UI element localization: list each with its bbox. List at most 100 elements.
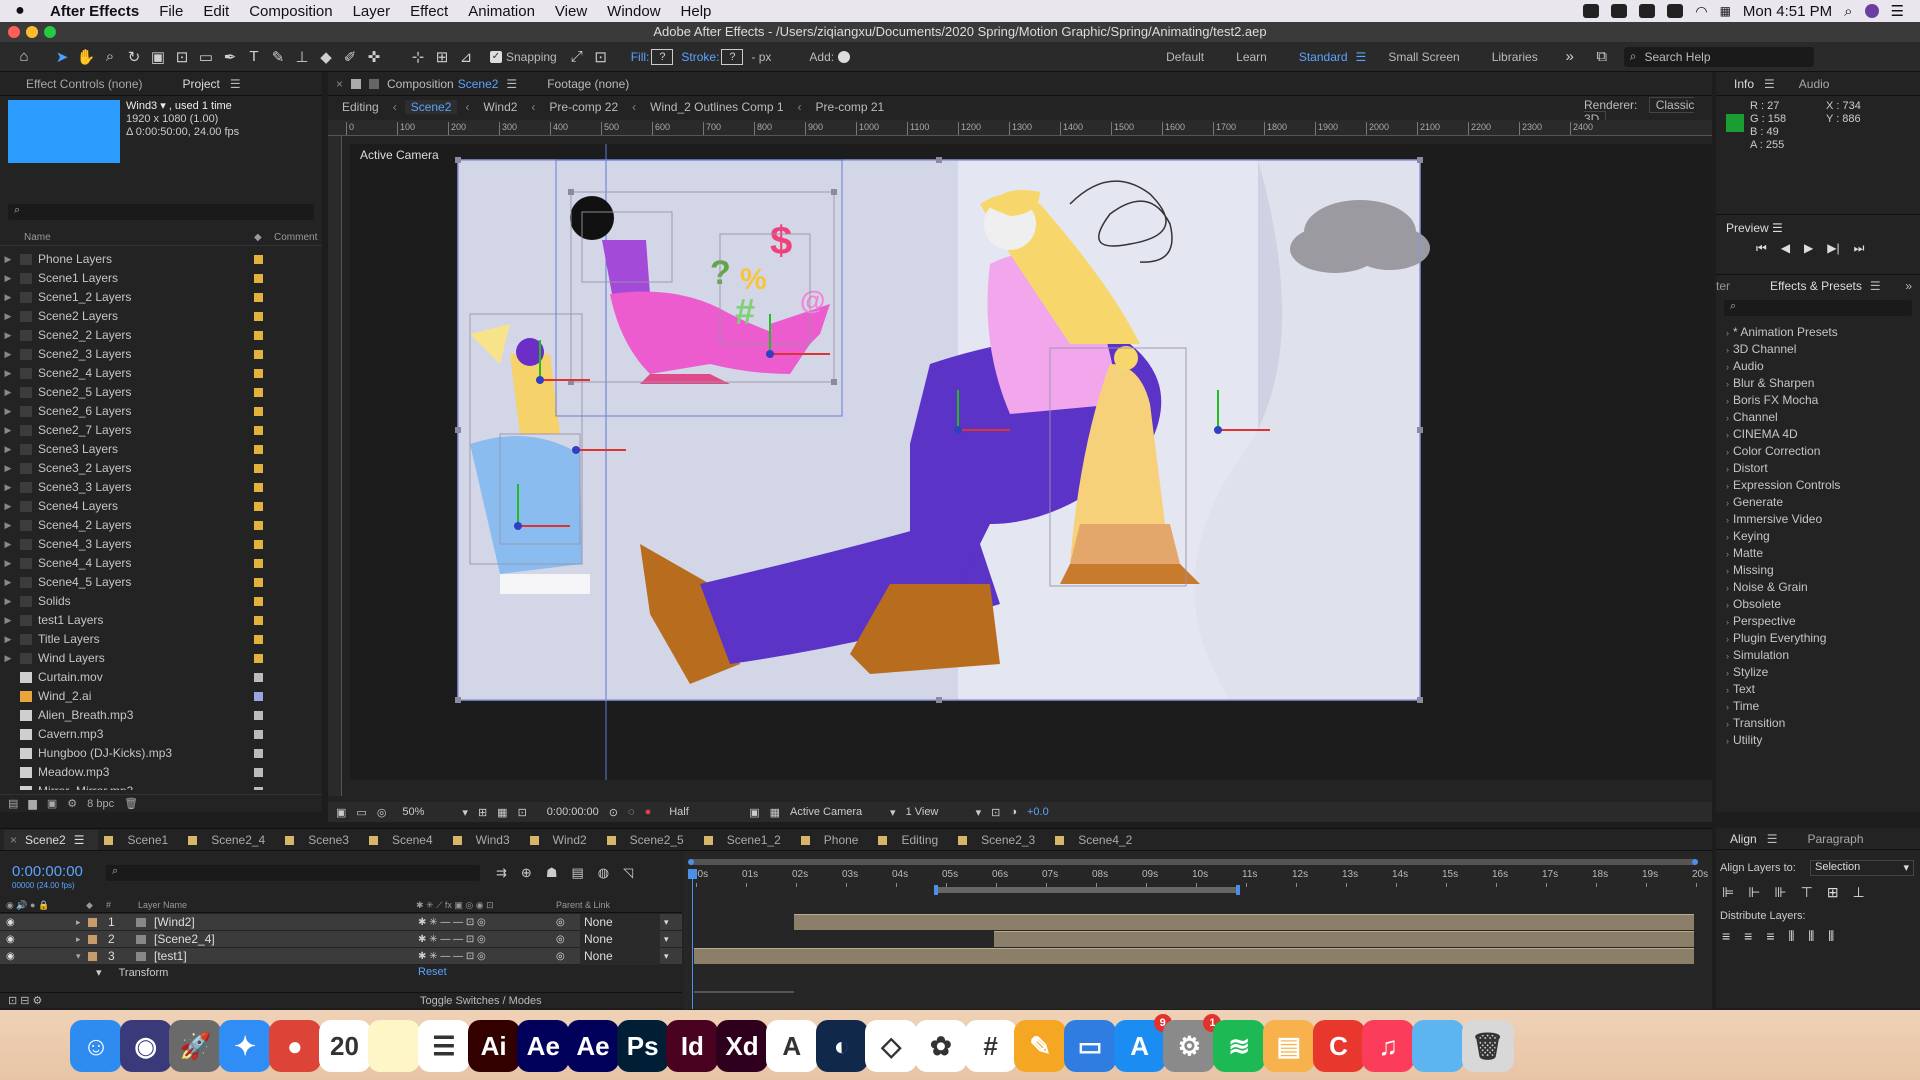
brush-tool-icon[interactable]: ✎ <box>266 48 290 66</box>
hide-shy-layers-icon[interactable]: ☗ <box>546 865 558 881</box>
expand-arrow-icon[interactable]: › <box>1726 668 1729 678</box>
dock-folder-icon[interactable] <box>1411 1020 1464 1072</box>
project-item[interactable]: ▶ Scene2_5 Layers <box>0 383 322 402</box>
timeline-tab[interactable]: Scene4 <box>363 830 447 850</box>
project-item[interactable]: Cavern.mp3 <box>0 725 322 744</box>
expand-arrow-icon[interactable]: › <box>1726 634 1729 644</box>
fill-swatch[interactable]: ? <box>651 48 674 65</box>
menu-view[interactable]: View <box>545 3 597 20</box>
tab-info[interactable]: Info <box>1724 73 1764 95</box>
expand-arrow-icon[interactable]: › <box>1726 379 1729 389</box>
menubar-clock[interactable]: Mon 4:51 PM <box>1743 3 1832 20</box>
expand-arrow-icon[interactable]: › <box>1726 600 1729 610</box>
effect-category[interactable]: › Text <box>1716 681 1920 698</box>
distribute-top-icon[interactable]: ≡ <box>1722 928 1730 945</box>
status-icon[interactable] <box>1583 4 1600 18</box>
chevron-down-icon[interactable]: ▾ <box>462 806 468 819</box>
expand-arrow-icon[interactable]: › <box>1726 617 1729 627</box>
menu-help[interactable]: Help <box>671 3 722 20</box>
dock-pages-doc-icon[interactable]: ▤ <box>1262 1020 1315 1072</box>
delete-icon[interactable]: 🗑 <box>124 797 138 810</box>
pan-behind-tool-icon[interactable]: ⊡ <box>170 48 194 66</box>
panel-menu-icon[interactable]: ☰ <box>230 77 241 91</box>
current-time-indicator[interactable] <box>692 869 693 1009</box>
hand-tool-icon[interactable]: ✋ <box>74 48 98 66</box>
timeline-tab[interactable]: Scene2_5 <box>601 830 698 850</box>
breadcrumb-item[interactable]: Editing <box>336 100 385 114</box>
timeline-tab[interactable]: Wind2 <box>524 830 601 850</box>
tab-footage[interactable]: Footage (none) <box>547 77 629 91</box>
view-layout-select[interactable]: 1 View <box>906 806 966 818</box>
expand-arrow-icon[interactable]: › <box>1726 345 1729 355</box>
menu-animation[interactable]: Animation <box>458 3 545 20</box>
align-top-icon[interactable]: ⊤ <box>1801 884 1813 901</box>
label-color-swatch[interactable] <box>254 407 263 416</box>
snapshot-icon[interactable]: ⊙ <box>609 806 618 819</box>
dock-spotify-icon[interactable]: ≋ <box>1213 1020 1266 1072</box>
expand-arrow-icon[interactable]: ▶ <box>0 478 16 497</box>
layer-duration-bar[interactable] <box>794 914 1694 930</box>
workspace-learn[interactable]: Learn <box>1236 50 1267 64</box>
previous-frame-icon[interactable]: ◀ <box>1781 241 1790 256</box>
pick-whip-icon[interactable]: ◎ <box>556 931 565 948</box>
project-search-input[interactable]: ⌕ <box>8 204 314 220</box>
align-left-icon[interactable]: ⊫ <box>1722 884 1734 901</box>
pick-whip-icon[interactable]: ◎ <box>556 948 565 965</box>
pick-whip-icon[interactable]: ◎ <box>556 914 565 931</box>
breadcrumb-item[interactable]: Wind_2 Outlines Comp 1 <box>644 100 789 114</box>
work-area-start[interactable] <box>934 885 938 895</box>
workspace-small-screen[interactable]: Small Screen <box>1388 50 1459 64</box>
title-safe-icon[interactable]: ⊞ <box>478 806 487 819</box>
playhead-handle[interactable] <box>688 869 697 879</box>
camera-select[interactable]: Active Camera <box>790 806 880 818</box>
effect-category[interactable]: › * Animation Presets <box>1716 324 1920 341</box>
dock-unity-icon[interactable]: ◇ <box>865 1020 918 1072</box>
resolution-select[interactable]: Half <box>669 806 739 818</box>
menu-effect[interactable]: Effect <box>400 3 458 20</box>
label-color-swatch[interactable] <box>254 578 263 587</box>
align-right-icon[interactable]: ⊪ <box>1774 884 1786 901</box>
label-color-swatch[interactable] <box>254 616 263 625</box>
effect-category[interactable]: › Boris FX Mocha <box>1716 392 1920 409</box>
label-color-swatch[interactable] <box>254 388 263 397</box>
dock-music-icon[interactable]: ♫ <box>1362 1020 1415 1072</box>
timeline-tab[interactable]: Scene4_2 <box>1049 830 1146 850</box>
tab-truncated[interactable]: ter <box>1716 279 1730 293</box>
effect-category[interactable]: › Simulation <box>1716 647 1920 664</box>
label-color-swatch[interactable] <box>254 331 263 340</box>
expand-arrow-icon[interactable]: ▶ <box>0 307 16 326</box>
expand-arrow-icon[interactable]: ▶ <box>0 402 16 421</box>
navigator-end-handle[interactable] <box>1692 859 1698 865</box>
timeline-graph[interactable]: 00s 01s 02s 03s 04s 05s 06s 07s 08s 09s 10s 11s 12s 1… <box>684 851 1712 1009</box>
dock-calendar-icon[interactable]: 20 <box>318 1020 371 1072</box>
label-column-icon[interactable]: ◆ <box>86 897 93 913</box>
last-frame-icon[interactable]: ⏭ <box>1854 241 1865 256</box>
layer-label-swatch[interactable] <box>88 952 97 961</box>
roto-brush-tool-icon[interactable]: ✐ <box>338 48 362 66</box>
expand-arrow-icon[interactable]: ▶ <box>0 516 16 535</box>
project-item[interactable]: ▶ Solids <box>0 592 322 611</box>
expand-arrow-icon[interactable]: › <box>1726 583 1729 593</box>
vertical-ruler[interactable] <box>328 136 342 796</box>
graph-editor-icon[interactable]: ◹ <box>623 865 633 881</box>
dock-trash-icon[interactable]: 🗑 <box>1461 1020 1514 1072</box>
project-item[interactable]: ▶ Scene2_7 Layers <box>0 421 322 440</box>
effect-category[interactable]: › Immersive Video <box>1716 511 1920 528</box>
parent-select[interactable]: None <box>580 948 660 965</box>
panel-menu-icon[interactable]: ☰ <box>1764 77 1775 91</box>
effect-category[interactable]: › Transition <box>1716 715 1920 732</box>
column-layer-name[interactable]: Layer Name <box>138 897 187 913</box>
effect-category[interactable]: › Generate <box>1716 494 1920 511</box>
expand-arrow-icon[interactable]: › <box>1726 498 1729 508</box>
label-color-swatch[interactable] <box>254 369 263 378</box>
flag-icon[interactable]: ▦ <box>1720 4 1731 18</box>
label-color-swatch[interactable] <box>254 445 263 454</box>
label-color-swatch[interactable] <box>254 255 263 264</box>
expand-arrow-icon[interactable]: › <box>1726 685 1729 695</box>
project-item[interactable]: ▶ Scene1 Layers <box>0 269 322 288</box>
tab-paragraph[interactable]: Paragraph <box>1797 828 1873 850</box>
expand-arrow-icon[interactable]: › <box>1726 362 1729 372</box>
lock-icon[interactable] <box>351 78 362 89</box>
label-color-swatch[interactable] <box>254 312 263 321</box>
layer-label-swatch[interactable] <box>88 935 97 944</box>
